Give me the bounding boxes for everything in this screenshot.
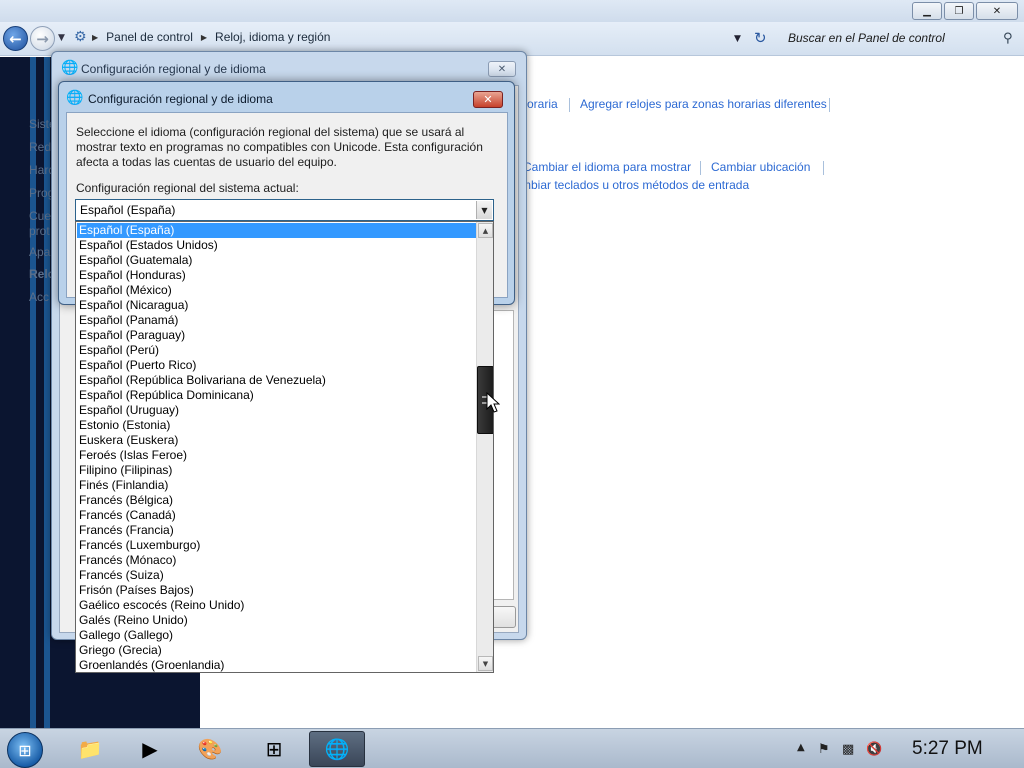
start-button[interactable]: ⊞ xyxy=(7,732,43,768)
paint-icon: 🎨 xyxy=(197,737,223,761)
windows-logo-icon: ⊞ xyxy=(265,737,283,761)
locale-option[interactable]: Español (Estados Unidos) xyxy=(77,238,476,253)
locale-option[interactable]: Francés (Mónaco) xyxy=(77,553,476,568)
back-button[interactable]: ← xyxy=(3,26,28,51)
description-text: Seleccione el idioma (configuración regi… xyxy=(76,125,483,169)
volume-muted-icon[interactable]: 🔇 xyxy=(866,742,882,757)
locale-option[interactable]: Gaélico escocés (Reino Unido) xyxy=(77,598,476,613)
locale-option[interactable]: Francés (Suiza) xyxy=(77,568,476,583)
recent-pages-dropdown-icon[interactable]: ▼ xyxy=(58,33,65,43)
taskbar-folder-button[interactable]: 📁 xyxy=(62,731,118,767)
scroll-down-icon[interactable]: ▼ xyxy=(478,656,493,671)
action-center-flag-icon[interactable]: ⚑ xyxy=(818,742,830,757)
media-player-icon: ▶ xyxy=(142,737,158,761)
clock-globe-icon: 🌐 xyxy=(324,737,350,761)
link-timezone[interactable]: oraria xyxy=(527,97,558,111)
breadcrumb-separator-icon[interactable]: ▶ xyxy=(92,33,98,42)
locale-option[interactable]: Francés (Canadá) xyxy=(77,508,476,523)
locale-option[interactable]: Filipino (Filipinas) xyxy=(77,463,476,478)
locale-option[interactable]: Estonio (Estonia) xyxy=(77,418,476,433)
window-controls: ▁ ❐ ✕ xyxy=(912,2,1018,20)
breadcrumb-item-clock-language-region[interactable]: Reloj, idioma y región xyxy=(215,30,330,44)
system-locale-combobox[interactable]: Español (España) ▼ xyxy=(75,199,494,221)
region-globe-icon: 🌐 xyxy=(61,60,79,76)
breadcrumb-item-control-panel[interactable]: Panel de control xyxy=(106,30,193,44)
link-separator xyxy=(829,98,830,112)
left-link-appearance[interactable]: Apa xyxy=(29,245,50,259)
forward-button[interactable]: → xyxy=(30,26,55,51)
locale-option[interactable]: Groenlandés (Groenlandia) xyxy=(77,658,476,672)
minimize-button[interactable]: ▁ xyxy=(912,2,942,20)
link-change-location[interactable]: Cambiar ubicación xyxy=(711,160,810,174)
locale-option[interactable]: Finés (Finlandia) xyxy=(77,478,476,493)
locale-option[interactable]: Francés (Francia) xyxy=(77,523,476,538)
locale-items: Español (España) Español (Estados Unidos)… xyxy=(77,223,476,672)
region-globe-icon: 🌐 xyxy=(66,90,84,106)
clock[interactable]: 5:27 PM xyxy=(912,738,983,760)
folder-icon: 📁 xyxy=(77,737,103,761)
mouse-pointer-icon xyxy=(486,392,500,413)
locale-option[interactable]: Español (Nicaragua) xyxy=(77,298,476,313)
maximize-button[interactable]: ❐ xyxy=(944,2,974,20)
taskbar-paint-button[interactable]: 🎨 xyxy=(182,731,238,767)
refresh-icon[interactable]: ↻ xyxy=(754,29,767,47)
left-link-accessibility[interactable]: Acc xyxy=(29,290,49,304)
locale-option[interactable]: Español (Honduras) xyxy=(77,268,476,283)
taskbar-region-button[interactable]: 🌐 xyxy=(309,731,365,767)
locale-option[interactable]: Español (Puerto Rico) xyxy=(77,358,476,373)
locale-option[interactable]: Francés (Luxemburgo) xyxy=(77,538,476,553)
dialog-title: Configuración regional y de idioma xyxy=(88,92,273,106)
locale-option[interactable]: Frisón (Países Bajos) xyxy=(77,583,476,598)
taskbar-media-player-button[interactable]: ▶ xyxy=(122,731,178,767)
show-hidden-icon[interactable]: ▲ xyxy=(797,742,805,753)
left-link-accounts[interactable]: Cue xyxy=(29,209,51,223)
system-locale-label: Configuración regional del sistema actua… xyxy=(76,181,299,195)
close-dialog-button[interactable]: ✕ xyxy=(488,61,516,77)
locale-option[interactable]: Euskera (Euskera) xyxy=(77,433,476,448)
locale-option[interactable]: Español (Uruguay) xyxy=(77,403,476,418)
locale-option[interactable]: Feroés (Islas Feroe) xyxy=(77,448,476,463)
scroll-up-icon[interactable]: ▲ xyxy=(478,223,493,238)
close-dialog-button[interactable]: ✕ xyxy=(473,91,503,108)
taskbar-windows-button[interactable]: ⊞ xyxy=(246,731,302,767)
dialog-title: Configuración regional y de idioma xyxy=(81,62,266,76)
search-input[interactable]: Buscar en el Panel de control xyxy=(782,27,1020,51)
network-icon[interactable]: ▩ xyxy=(842,742,854,757)
link-separator xyxy=(700,161,701,175)
address-dropdown-icon[interactable]: ▼ xyxy=(734,34,741,44)
locale-option[interactable]: Galés (Reino Unido) xyxy=(77,613,476,628)
link-separator xyxy=(569,98,570,112)
list-scrollbar[interactable]: ▲ ▼ xyxy=(476,222,493,672)
close-window-button[interactable]: ✕ xyxy=(976,2,1018,20)
link-add-clocks[interactable]: Agregar relojes para zonas horarias dife… xyxy=(580,97,827,111)
locale-option[interactable]: Español (Guatemala) xyxy=(77,253,476,268)
locale-option[interactable]: Español (Paraguay) xyxy=(77,328,476,343)
taskbar: ⊞ 📁 ▶ 🎨 ⊞ 🌐 ▲ ⚑ ▩ 🔇 5:27 PM xyxy=(0,728,1024,768)
locale-option[interactable]: Griego (Grecia) xyxy=(77,643,476,658)
window-titlebar: ▁ ❐ ✕ xyxy=(0,0,1024,22)
breadcrumb: ▶ Panel de control ▶ Reloj, idioma y reg… xyxy=(92,30,330,44)
left-link-network[interactable]: Red xyxy=(29,140,51,154)
breadcrumb-separator-icon[interactable]: ▶ xyxy=(201,33,207,42)
system-locale-dropdown-list[interactable]: Español (España) Español (Estados Unidos)… xyxy=(75,221,494,673)
link-separator xyxy=(823,161,824,175)
control-panel-icon: ⚙ xyxy=(74,29,87,45)
locale-option[interactable]: Francés (Bélgica) xyxy=(77,493,476,508)
link-change-display-language[interactable]: Cambiar el idioma para mostrar xyxy=(523,160,691,174)
left-link-accounts-2[interactable]: prot xyxy=(29,224,50,238)
locale-option[interactable]: Español (Perú) xyxy=(77,343,476,358)
locale-option[interactable]: Español (República Bolivariana de Venezu… xyxy=(77,373,476,388)
locale-option[interactable]: Gallego (Gallego) xyxy=(77,628,476,643)
locale-option[interactable]: Español (Panamá) xyxy=(77,313,476,328)
link-change-keyboards[interactable]: mbiar teclados u otros métodos de entrad… xyxy=(521,178,749,192)
locale-option[interactable]: Español (México) xyxy=(77,283,476,298)
search-icon[interactable]: ⚲ xyxy=(1003,31,1013,46)
chevron-down-icon[interactable]: ▼ xyxy=(476,201,492,219)
locale-option[interactable]: Español (España) xyxy=(77,223,476,238)
combobox-selected-value: Español (España) xyxy=(80,203,176,217)
locale-option[interactable]: Español (República Dominicana) xyxy=(77,388,476,403)
